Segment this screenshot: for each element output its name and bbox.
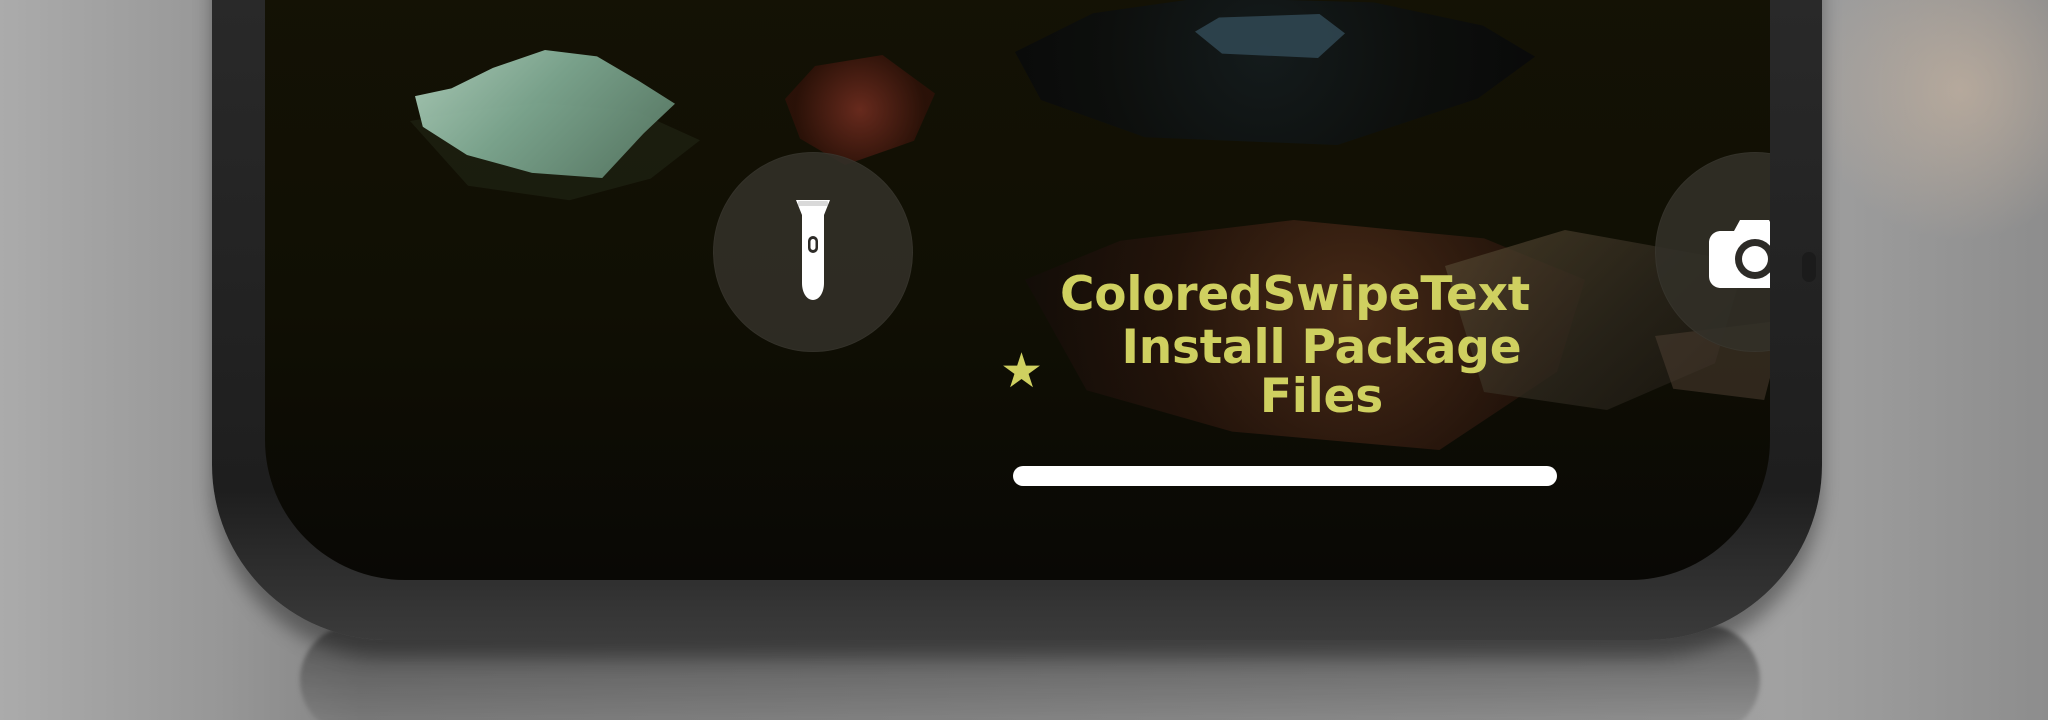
wallpaper-red-blob <box>785 55 935 165</box>
flashlight-icon <box>796 200 830 300</box>
home-indicator[interactable] <box>1013 466 1557 486</box>
lock-screen: ColoredSwipeText ★ Install Package Files <box>265 0 1770 580</box>
message-subtitle-row: ★ Install Package Files <box>1000 319 1590 424</box>
side-button <box>1802 252 1816 282</box>
flashlight-button[interactable] <box>713 152 913 352</box>
message-subtitle: Install Package Files <box>1121 319 1522 424</box>
camera-icon <box>1709 220 1770 288</box>
message-title: ColoredSwipeText <box>1059 267 1531 322</box>
star-icon: ★ <box>1000 342 1043 399</box>
lock-screen-scene: ColoredSwipeText ★ Install Package Files <box>0 0 2048 720</box>
lock-message: ColoredSwipeText ★ Install Package Files <box>1000 267 1590 424</box>
